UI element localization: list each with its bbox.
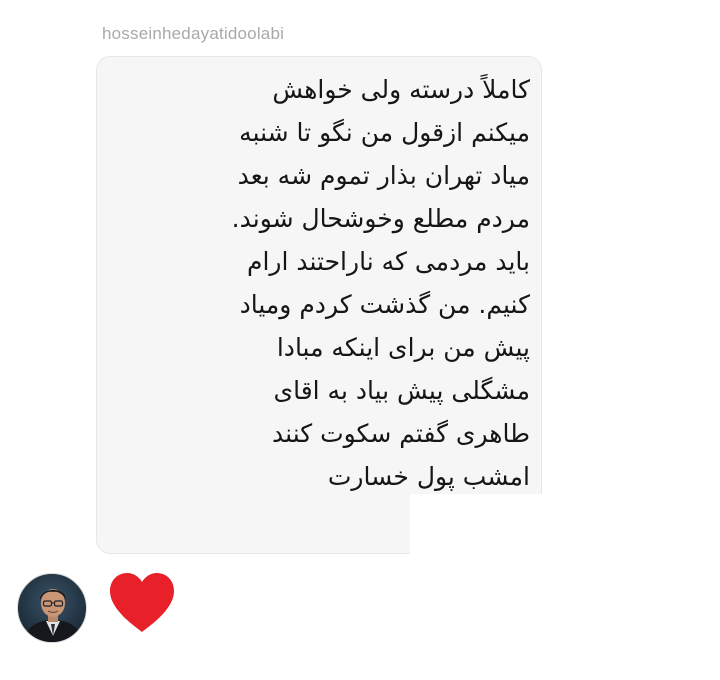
cover-patch (410, 494, 710, 564)
message-line: باید مردمی که ناراحتند ارام (247, 247, 530, 276)
avatar-image (22, 589, 84, 642)
message-line: میاد تهران بذار تموم شه بعد (237, 161, 530, 190)
message-text: کاملاً درسته ولی خواهش میکنم ازقول من نگ… (118, 68, 530, 541)
profile-avatar[interactable] (17, 573, 87, 643)
message-line: مردم مطلع وخوشحال شوند. (231, 204, 530, 233)
comment-username[interactable]: hosseinhedayatidoolabi (102, 24, 284, 44)
heart-icon[interactable] (106, 570, 178, 636)
message-line: طاهری گفتم سکوت کنند (272, 419, 530, 448)
message-line: کاملاً درسته ولی خواهش (272, 75, 530, 104)
message-line: کنیم. من گذشت کردم ومیاد (239, 290, 530, 319)
message-line: پیش من برای اینکه مبادا (276, 333, 530, 362)
message-line: میکنم ازقول من نگو تا شنبه (239, 118, 530, 147)
message-line: مشگلی پیش بیاد به اقای (273, 376, 530, 405)
message-line: امشب پول خسارت (327, 462, 530, 491)
heart-shape (110, 573, 174, 632)
